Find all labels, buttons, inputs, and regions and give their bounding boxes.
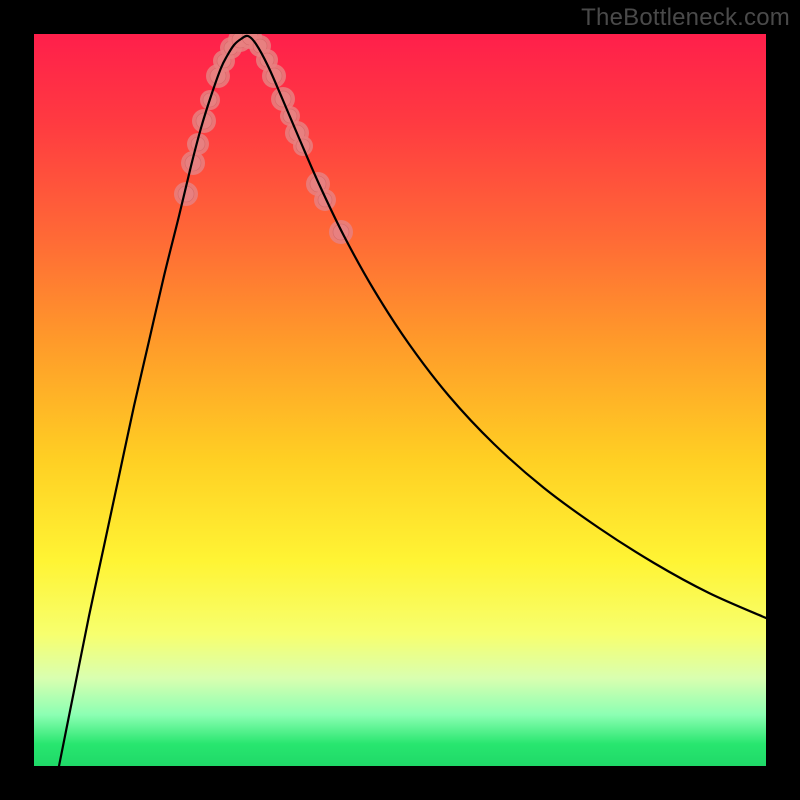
bottleneck-curve bbox=[59, 36, 766, 766]
watermark-text: TheBottleneck.com bbox=[581, 4, 790, 32]
plot-area bbox=[34, 34, 766, 766]
chart-frame: TheBottleneck.com bbox=[0, 0, 800, 800]
curve-svg bbox=[34, 34, 766, 766]
marker-layer bbox=[174, 34, 353, 244]
